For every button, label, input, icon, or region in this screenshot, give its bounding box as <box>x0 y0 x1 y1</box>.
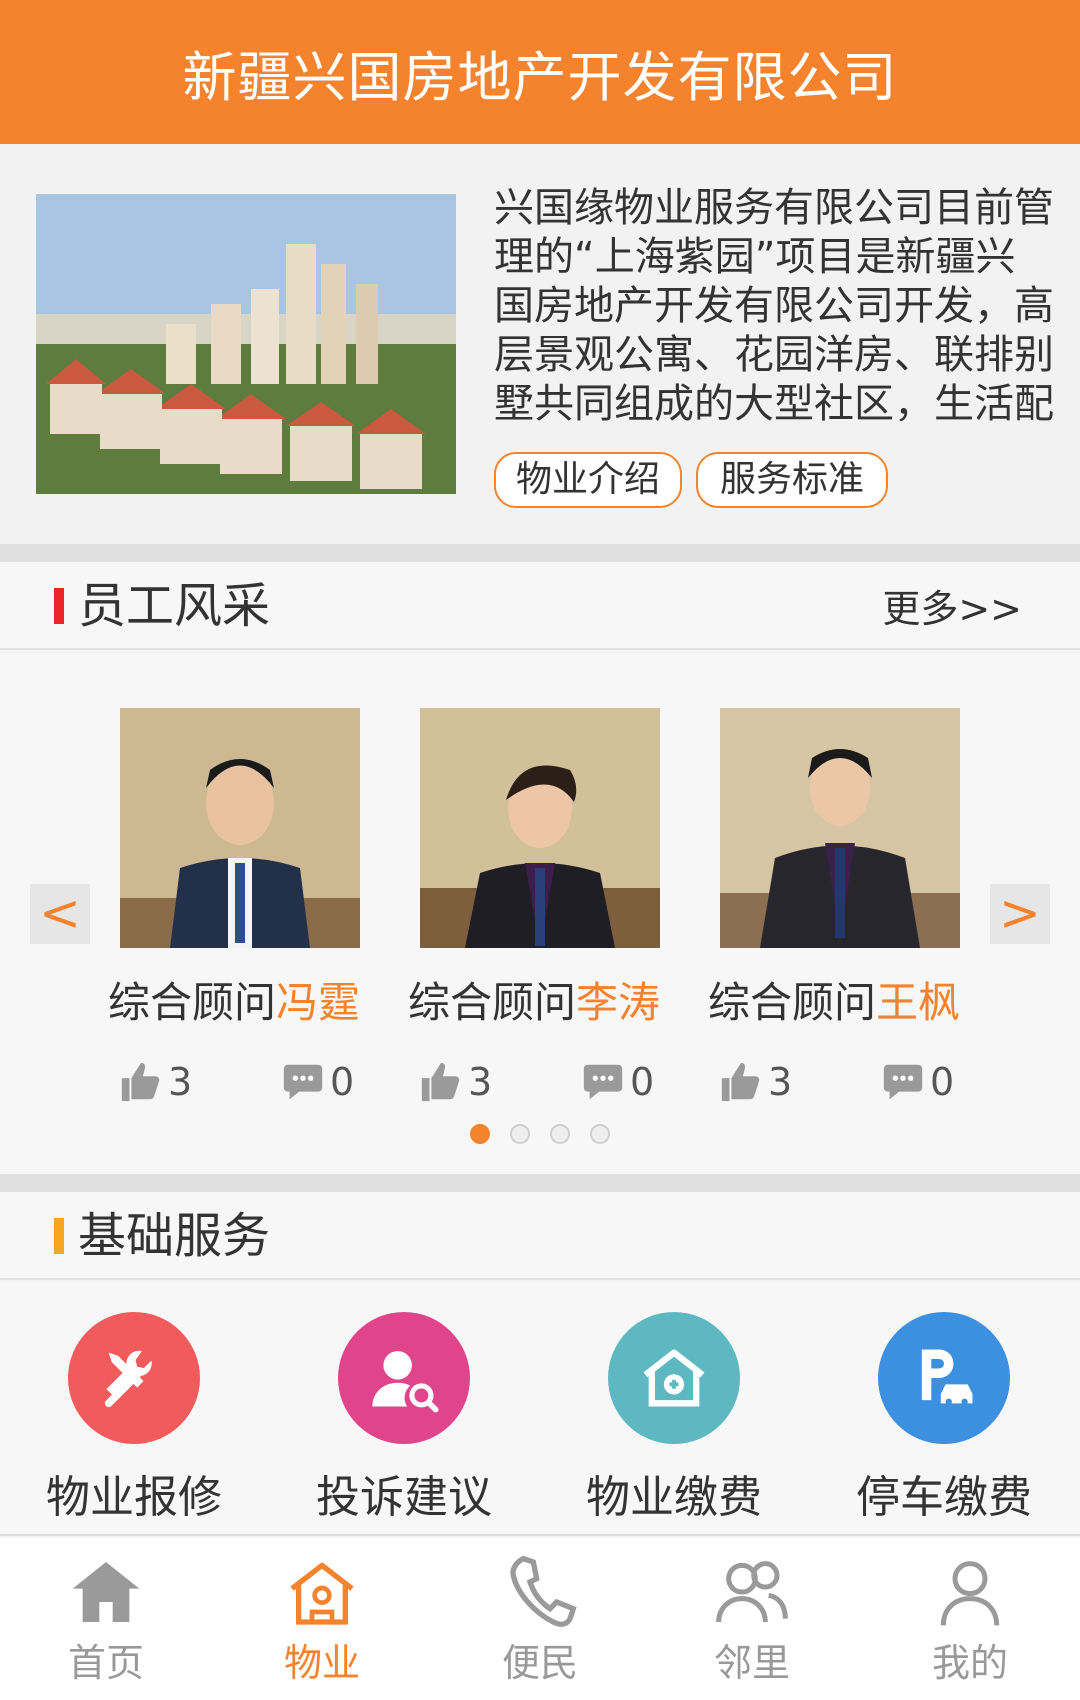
tab-profile[interactable]: 我的 <box>870 1552 1070 1692</box>
property-photo <box>36 194 456 494</box>
thumbs-up-icon <box>721 1062 760 1102</box>
tab-label: 便民 <box>501 1641 578 1685</box>
property-icon <box>290 1562 354 1625</box>
staff-photo <box>720 708 960 948</box>
prev-arrow-button[interactable]: < <box>30 884 90 944</box>
staff-name: 李涛 <box>576 978 661 1027</box>
staff-carousel: < > 综合顾问冯霆 3 0 综合顾问李涛 3 0 综合顾问王枫 3 0 <box>0 654 1080 1174</box>
pagination-dot[interactable] <box>590 1124 610 1144</box>
pagination-dot[interactable] <box>510 1124 530 1144</box>
thumbs-up-icon <box>121 1062 160 1102</box>
staff-photo <box>420 708 660 948</box>
comment-count[interactable]: 0 <box>580 1058 654 1106</box>
staff-section-header: 员工风采 更多>> <box>0 562 1080 650</box>
staff-name: 冯霆 <box>276 978 361 1027</box>
service-label: 物业报修 <box>46 1472 222 1523</box>
services-grid: 物业报修 投诉建议 物业缴费 停车缴费 <box>0 1282 1080 1536</box>
pagination-dot[interactable] <box>550 1124 570 1144</box>
tab-convenience[interactable]: 便民 <box>440 1552 640 1692</box>
tab-property[interactable]: 物业 <box>222 1552 422 1692</box>
more-link[interactable]: 更多>> <box>882 584 1022 634</box>
service-label: 物业缴费 <box>586 1472 762 1523</box>
comment-value: 0 <box>330 1060 355 1104</box>
staff-caption: 综合顾问冯霆 <box>108 976 388 1030</box>
staff-caption: 综合顾问王枫 <box>708 976 988 1030</box>
neighbors-icon <box>716 1561 788 1623</box>
comment-count[interactable]: 0 <box>280 1058 354 1106</box>
app-header: 新疆兴国房地产开发有限公司 <box>0 0 1080 144</box>
pagination-dot[interactable] <box>470 1124 490 1144</box>
person-search-icon <box>338 1312 470 1444</box>
staff-photo <box>120 708 360 948</box>
tab-label: 我的 <box>931 1641 1008 1685</box>
like-count[interactable]: 3 <box>118 1058 192 1106</box>
page-title: 新疆兴国房地产开发有限公司 <box>182 45 898 109</box>
wrench-screwdriver-icon <box>68 1312 200 1444</box>
like-count[interactable]: 3 <box>418 1058 492 1106</box>
tab-label: 首页 <box>67 1641 144 1685</box>
like-count[interactable]: 3 <box>718 1058 792 1106</box>
staff-role: 综合顾问 <box>108 978 277 1027</box>
section-divider <box>0 1174 1080 1192</box>
property-intro: 兴国缘物业服务有限公司目前管理的“上海紫园”项目是新疆兴国房地产开发有限公司开发… <box>0 144 1080 544</box>
intro-description: 兴国缘物业服务有限公司目前管理的“上海紫园”项目是新疆兴国房地产开发有限公司开发… <box>494 185 1054 421</box>
tab-label: 物业 <box>283 1641 360 1685</box>
like-value: 3 <box>168 1060 193 1104</box>
section-marker <box>54 1218 64 1254</box>
next-arrow-button[interactable]: > <box>990 884 1050 944</box>
comment-icon <box>583 1064 623 1100</box>
staff-role: 综合顾问 <box>708 978 877 1027</box>
carousel-pagination <box>470 1124 610 1144</box>
phone-icon <box>510 1555 577 1627</box>
home-icon <box>72 1562 140 1622</box>
staff-section-title: 员工风采 <box>78 578 271 634</box>
like-value: 3 <box>468 1060 493 1104</box>
parking-car-icon <box>878 1312 1010 1444</box>
comment-count[interactable]: 0 <box>880 1058 954 1106</box>
comment-icon <box>283 1064 323 1100</box>
tab-neighbors[interactable]: 邻里 <box>652 1552 852 1692</box>
bottom-tab-bar: 首页 物业 便民 邻里 我的 <box>0 1538 1080 1700</box>
like-value: 3 <box>768 1060 793 1104</box>
section-marker <box>54 588 64 624</box>
house-payment-icon <box>608 1312 740 1444</box>
comment-value: 0 <box>630 1060 655 1104</box>
comment-value: 0 <box>930 1060 955 1104</box>
tab-home[interactable]: 首页 <box>6 1552 206 1692</box>
service-label: 停车缴费 <box>856 1472 1032 1523</box>
services-section-title: 基础服务 <box>78 1208 271 1264</box>
services-section-header: 基础服务 <box>0 1192 1080 1280</box>
service-standard-button[interactable]: 服务标准 <box>696 452 888 508</box>
service-label: 投诉建议 <box>316 1472 492 1523</box>
staff-name: 王枫 <box>876 978 961 1027</box>
staff-role: 综合顾问 <box>408 978 577 1027</box>
staff-caption: 综合顾问李涛 <box>408 976 688 1030</box>
property-intro-button[interactable]: 物业介绍 <box>494 452 682 508</box>
comment-icon <box>883 1064 923 1100</box>
section-divider <box>0 544 1080 562</box>
tab-label: 邻里 <box>713 1641 790 1685</box>
profile-icon <box>940 1561 1000 1626</box>
thumbs-up-icon <box>421 1062 460 1102</box>
